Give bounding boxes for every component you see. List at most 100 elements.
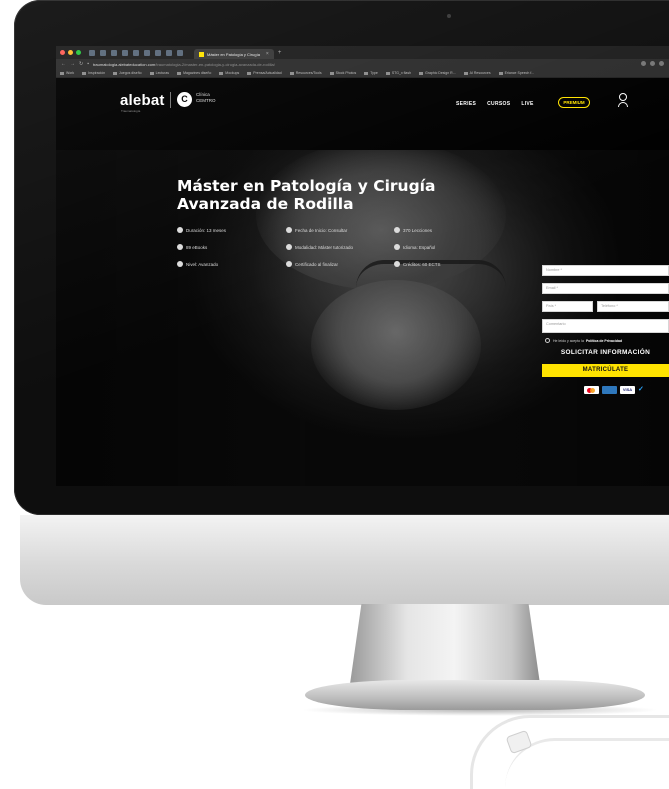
pinned-tab-icon[interactable] <box>177 49 183 56</box>
fact-item: Idioma: Español <box>394 244 435 250</box>
calendar-icon <box>286 227 292 233</box>
site-header: alebat Traumatología C Clínica CEMTRO SE… <box>56 78 669 118</box>
forward-icon[interactable]: → <box>70 61 75 67</box>
profile-icon[interactable] <box>641 61 646 66</box>
pinned-tab-icon[interactable] <box>133 49 139 56</box>
checkbox-circle[interactable] <box>545 338 550 343</box>
bookmark-item[interactable]: STG_x flash <box>385 71 411 75</box>
folder-icon <box>219 71 224 75</box>
main-nav: SERIES CURSOS LIVE <box>456 101 534 107</box>
bookmark-item[interactable]: Inspiración <box>82 71 105 75</box>
folder-icon <box>419 71 424 75</box>
folder-icon <box>113 71 118 75</box>
bookmark-item[interactable]: Mockups <box>219 71 239 75</box>
country-select[interactable]: País * <box>542 301 593 312</box>
active-tab[interactable]: Máster en Patología y Cirugía × <box>194 49 274 59</box>
pinned-tab-icon[interactable] <box>166 49 172 56</box>
pinned-tab-icon[interactable] <box>155 49 161 56</box>
bookmark-item[interactable]: Type <box>364 71 378 75</box>
imac-mockup-scene: Máster en Patología y Cirugía × + ← → ↻ … <box>0 0 669 789</box>
camera-icon <box>447 14 451 18</box>
folder-icon <box>498 71 503 75</box>
pinned-tab-icon[interactable] <box>89 49 95 56</box>
clinic-logo-icon[interactable]: C <box>177 92 192 107</box>
url-host: traumatologia.alebateducation.com <box>92 61 156 67</box>
level-icon <box>177 261 183 267</box>
folder-icon <box>289 71 294 75</box>
book-icon <box>177 244 183 250</box>
paypal-icon: ✓ <box>638 386 644 393</box>
comment-field[interactable]: Comentario <box>542 319 669 333</box>
logo-subtitle: Traumatología <box>121 109 141 113</box>
pinned-tab-icon[interactable] <box>144 49 150 56</box>
folder-icon <box>149 71 154 75</box>
alebat-logo[interactable]: alebat <box>120 92 165 109</box>
fact-item: 89 eBooks <box>177 244 207 250</box>
url-path: /traumatologia-2/master-en-patologia-y-c… <box>155 61 275 67</box>
folder-icon <box>177 71 182 75</box>
pinned-tab-icon[interactable] <box>111 49 117 56</box>
name-field[interactable]: Nombre * <box>542 265 669 276</box>
bookmark-item[interactable]: Work <box>60 71 74 75</box>
bookmark-item[interactable]: AI Resources <box>463 71 491 75</box>
back-icon[interactable]: ← <box>61 61 66 67</box>
menu-icon[interactable] <box>659 61 664 66</box>
fact-item: 370 Lecciones <box>394 227 432 233</box>
folder-icon <box>82 71 87 75</box>
course-title: Máster en Patología y Cirugía Avanzada d… <box>177 177 436 213</box>
user-account-icon[interactable] <box>618 93 628 107</box>
tutor-icon <box>286 244 292 250</box>
minimize-window-button[interactable] <box>68 50 73 55</box>
extension-icon[interactable] <box>650 61 655 66</box>
folder-icon <box>463 71 468 75</box>
maximize-window-button[interactable] <box>76 50 81 55</box>
browser-tab-bar: Máster en Patología y Cirugía × + <box>56 46 669 59</box>
mastercard-icon <box>584 386 599 394</box>
new-tab-icon[interactable]: + <box>278 50 282 56</box>
privacy-policy-link[interactable]: Política de Privacidad <box>586 339 622 343</box>
fact-item: Duración: 13 meses <box>177 227 226 233</box>
reload-icon[interactable]: ↻ <box>79 61 83 67</box>
folder-icon <box>385 71 390 75</box>
logo-divider <box>170 92 171 108</box>
bookmark-item[interactable]: Stock Photos <box>329 71 356 75</box>
bookmark-item[interactable]: Eriance Speech f... <box>498 71 534 75</box>
bookmark-item[interactable]: Lecturas <box>149 71 169 75</box>
credits-icon <box>394 261 400 267</box>
folder-icon <box>364 71 369 75</box>
bookmark-item[interactable]: Graphic Design R... <box>419 71 456 75</box>
monitor-stand-neck <box>350 604 540 684</box>
nav-live[interactable]: LIVE <box>521 101 533 107</box>
bookmark-item[interactable]: Juegos diseño <box>113 71 142 75</box>
close-tab-icon[interactable]: × <box>266 51 269 57</box>
phone-field[interactable]: Teléfono * <box>597 301 669 312</box>
fact-item: Certificado al finalizar <box>286 261 338 267</box>
nav-series[interactable]: SERIES <box>456 101 476 107</box>
folder-icon <box>247 71 252 75</box>
amex-icon <box>602 386 617 394</box>
monitor-stand-base <box>305 680 645 710</box>
close-window-button[interactable] <box>60 50 65 55</box>
privacy-checkbox[interactable]: He leído y acepto la Política de Privaci… <box>545 338 622 343</box>
pinned-tab-icon[interactable] <box>122 49 128 56</box>
bookmark-item[interactable]: Magazines diseño <box>177 71 211 75</box>
nav-cursos[interactable]: CURSOS <box>487 101 510 107</box>
address-bar[interactable]: ← → ↻ ▪ traumatologia.alebateducation.co… <box>56 59 669 69</box>
clock-icon <box>177 227 183 233</box>
premium-button[interactable]: PREMIUM <box>558 97 590 108</box>
bookmarks-bar: Work Inspiración Juegos diseño Lecturas … <box>56 69 669 78</box>
site-favicon-icon <box>199 51 204 57</box>
user-body-shape <box>618 102 628 107</box>
bookmark-item[interactable]: Prensa/Actualidad <box>247 71 282 75</box>
folder-icon <box>329 71 334 75</box>
request-info-button[interactable]: SOLICITAR INFORMACIÓN <box>542 346 669 359</box>
fact-item: Créditos: 60 ECTS <box>394 261 441 267</box>
monitor-chin <box>20 515 669 605</box>
user-head-shape <box>619 93 627 101</box>
email-field[interactable]: Email * <box>542 283 669 294</box>
bookmark-item[interactable]: Resources/Tools <box>289 71 322 75</box>
screen: Máster en Patología y Cirugía × + ← → ↻ … <box>56 46 669 486</box>
enroll-button[interactable]: MATRICÚLATE <box>542 364 669 377</box>
tab-title: Máster en Patología y Cirugía <box>207 51 260 57</box>
pinned-tab-icon[interactable] <box>100 49 106 56</box>
